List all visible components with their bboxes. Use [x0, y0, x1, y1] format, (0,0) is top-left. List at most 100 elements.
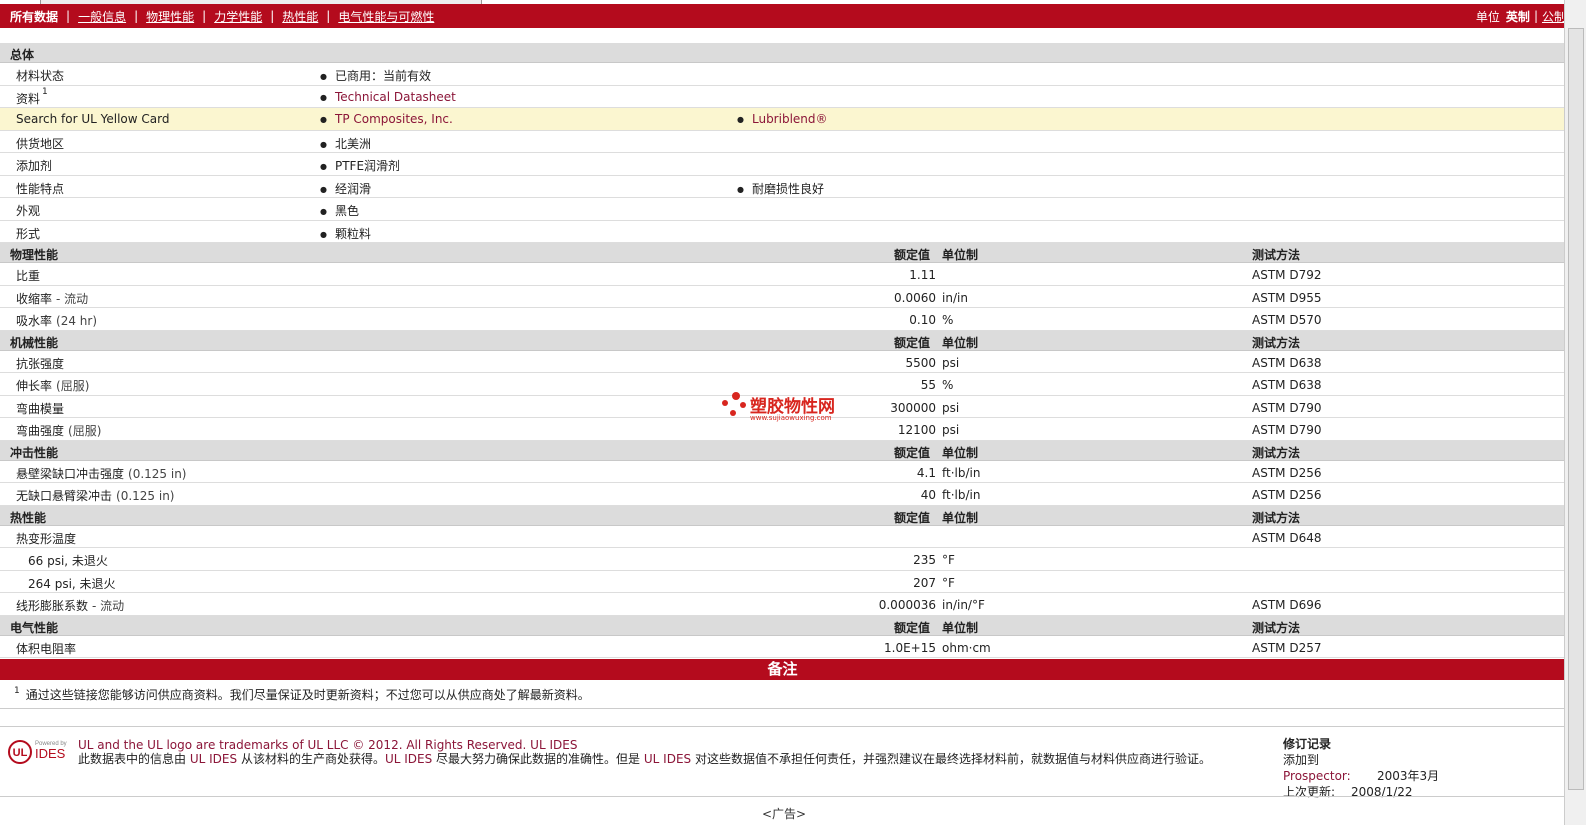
note-text: 1 通过这些链接您能够访问供应商资料。我们尽量保证及时更新资料；不过您可以从供应商…	[14, 686, 590, 703]
property-condition: (屈服)	[56, 379, 90, 393]
nav-physical[interactable]: 物理性能	[146, 8, 194, 25]
revision-title: 修订记录	[1283, 737, 1332, 751]
property-value: 1.0E+15	[884, 640, 936, 655]
property-row: 热变形温度 ASTM D648	[0, 526, 1565, 548]
datasheet-table: 总体 材料状态 ● 已商用：当前有效 资料 1 ● Technical Datasheet Se…	[0, 43, 1565, 658]
bullet-item: ● TP Composites, Inc.	[320, 112, 453, 126]
property-label-text: 添加剂	[16, 159, 53, 173]
property-condition: - 流动	[56, 291, 89, 306]
bullet-text: 经润滑	[334, 181, 371, 196]
nav-separator: |	[270, 9, 275, 23]
bullet-text: 已商用：当前有效	[334, 69, 431, 83]
footer-text-part: 尽最大努力确保此数据的准确性。但是	[436, 752, 641, 766]
nav-general-info[interactable]: 一般信息	[78, 8, 126, 25]
property-label-text: 伸长率	[16, 379, 53, 393]
property-label-text: 收缩率	[16, 291, 53, 306]
section-title: 冲击性能	[10, 445, 59, 460]
column-header-unit: 单位制	[942, 510, 979, 525]
test-method: ASTM D955	[1252, 290, 1322, 305]
advertisement-label: <广告>	[762, 807, 807, 821]
bullet-icon: ●	[737, 184, 744, 194]
unit-imperial: 英制	[1505, 9, 1530, 24]
column-header-unit: 单位制	[942, 335, 979, 350]
bullet-text: 黑色	[334, 204, 359, 218]
nav-thermal[interactable]: 热性能	[282, 8, 318, 25]
prospector-link[interactable]: Prospector:	[1283, 769, 1351, 783]
property-row: 吸水率 (24 hr) 0.10% ASTM D570	[0, 308, 1565, 331]
bullet-item: ● PTFE润滑剂	[320, 157, 400, 174]
property-label: 体积电阻率	[16, 640, 76, 657]
test-method: ASTM D696	[1252, 598, 1322, 612]
note-body: 通过这些链接您能够访问供应商资料。我们尽量保证及时更新资料；不过您可以从供应商处…	[25, 688, 590, 702]
property-unit: psi	[942, 423, 960, 437]
bullet-icon: ●	[320, 207, 327, 216]
section-title: 总体	[10, 48, 35, 62]
bullet-icon: ●	[737, 115, 744, 124]
bullet-icon: ●	[320, 162, 327, 171]
footer-disclaimer: UL and the UL logo are trademarks of UL …	[78, 738, 1268, 766]
nav-all-data[interactable]: 所有数据	[10, 8, 58, 25]
section-header-thermal: 热性能 额定值 单位制 测试方法	[0, 505, 1565, 526]
property-label-text: 线形膨胀系数	[16, 599, 89, 613]
property-label-text: 吸水率	[16, 314, 53, 328]
bullet-text: PTFE润滑剂	[334, 159, 401, 173]
datasheet-link[interactable]: Lubriblend®	[752, 112, 828, 126]
bullet-item: ● 北美洲	[320, 135, 371, 152]
property-value: 0.10	[909, 313, 936, 327]
section-title: 物理性能	[10, 248, 59, 262]
column-header-method: 测试方法	[1252, 335, 1301, 350]
test-method: ASTM D790	[1252, 423, 1322, 437]
property-unit: psi	[942, 400, 960, 415]
datasheet-link[interactable]: TP Composites, Inc.	[335, 112, 453, 126]
property-label: 形式	[16, 225, 40, 242]
scrollbar-thumb[interactable]	[1568, 28, 1584, 790]
property-label: 抗张强度	[16, 355, 64, 372]
divider	[0, 708, 1565, 709]
bullet-text: 耐磨损性良好	[751, 181, 824, 196]
property-condition: - 流动	[92, 599, 125, 613]
property-value: 1.11	[909, 268, 936, 282]
property-row: 无缺口悬臂梁冲击 (0.125 in) 40 ft·lb/in ASTM D256	[0, 483, 1565, 506]
vertical-scrollbar[interactable]	[1564, 0, 1586, 825]
bullet-icon: ●	[320, 115, 327, 124]
property-unit: in/in	[942, 290, 968, 305]
section-title: 机械性能	[10, 335, 59, 350]
property-label: 无缺口悬臂梁冲击 (0.125 in)	[16, 487, 175, 504]
property-unit: psi	[942, 355, 960, 370]
unit-label: 单位	[1475, 9, 1500, 24]
property-row: 供货地区 ● 北美洲	[0, 131, 1565, 153]
revision-history: 修订记录 添加到 Prospector: 2003年3月 上次更新: 2008/1/…	[1283, 736, 1439, 800]
footer-trademark: UL and the UL logo are trademarks of UL …	[78, 738, 578, 752]
property-value: 0.0060	[894, 290, 936, 305]
property-label: 外观	[16, 202, 40, 219]
nav-mechanical[interactable]: 力学性能	[214, 8, 262, 25]
section-header-impact: 冲击性能 额定值 单位制 测试方法	[0, 440, 1565, 461]
property-label: 吸水率 (24 hr)	[16, 312, 97, 329]
bullet-icon: ●	[320, 184, 327, 194]
column-header-value: 额定值	[894, 620, 931, 635]
property-row: 性能特点 ● 经润滑 ● 耐磨损性良好	[0, 176, 1565, 198]
datasheet-link[interactable]: Technical Datasheet	[335, 90, 456, 104]
nav-electrical[interactable]: 电气性能与可燃性	[338, 8, 434, 25]
test-method: ASTM D256	[1252, 488, 1322, 502]
property-unit: ft·lb/in	[942, 488, 981, 502]
property-label-text: 材料状态	[16, 69, 65, 83]
footnote-ref: 1	[42, 86, 48, 97]
property-label-text: 热变形温度	[16, 531, 77, 546]
property-unit: ohm·cm	[942, 640, 991, 655]
property-label: 资料 1	[16, 86, 48, 107]
property-row: 资料 1 ● Technical Datasheet	[0, 86, 1565, 108]
unit-metric-link[interactable]: 公制	[1542, 8, 1566, 25]
property-condition: (0.125 in)	[128, 466, 187, 481]
property-label-text: 形式	[16, 226, 41, 241]
property-label: Search for UL Yellow Card	[16, 112, 169, 126]
property-row: 悬壁梁缺口冲击强度 (0.125 in) 4.1 ft·lb/in ASTM D256	[0, 461, 1565, 483]
revision-added-label: 添加到 Prospector:	[1283, 752, 1351, 784]
bullet-item: ● Lubriblend®	[737, 112, 828, 126]
revision-added: 添加到 Prospector: 2003年3月	[1283, 752, 1439, 784]
property-row: 线形膨胀系数 - 流动 0.000036 in/in/°F ASTM D696	[0, 593, 1565, 616]
property-row: 66 psi, 未退火 235 °F	[0, 548, 1565, 571]
property-label: 材料状态	[16, 67, 64, 84]
logo-ides-text: IDES	[35, 746, 66, 761]
section-title: 热性能	[10, 510, 47, 525]
